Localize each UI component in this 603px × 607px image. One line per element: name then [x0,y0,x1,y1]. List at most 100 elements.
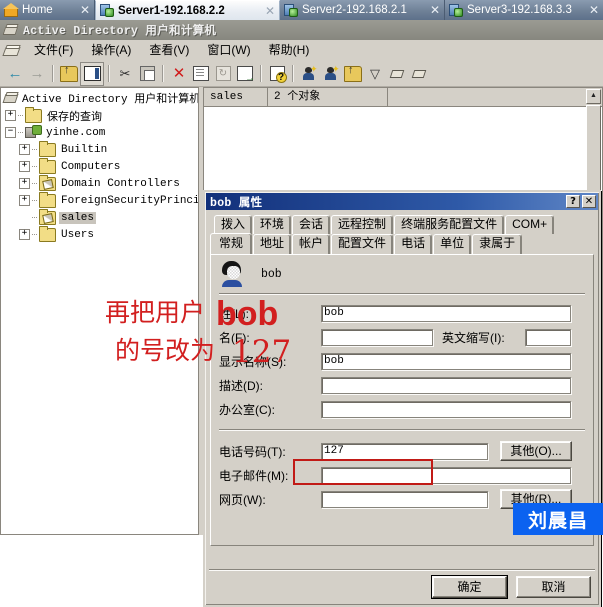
dialog-titlebar[interactable]: bob 属性 ? ✕ [206,193,598,210]
find-button[interactable] [386,63,408,85]
scroll-up-button[interactable]: ▲ [586,89,601,104]
email-field[interactable] [321,466,571,484]
list-column-name[interactable]: sales [204,88,268,106]
divider [219,293,585,295]
expander-icon[interactable]: + [19,229,30,240]
copy-button[interactable] [136,63,158,85]
filter-button[interactable]: ▽ [364,63,386,85]
tab-organization[interactable]: 单位 [433,234,472,254]
tree-connector [32,216,37,219]
tab-account[interactable]: 帐户 [292,234,331,254]
tree-item-saved-queries[interactable]: + 保存的查询 [1,106,198,124]
new-computer-icon [344,65,362,82]
new-computer-button[interactable] [342,63,364,85]
server-icon [284,3,298,17]
tab-sessions[interactable]: 会话 [292,215,331,234]
menu-view[interactable]: 查看(V) [140,41,198,60]
help-button[interactable]: ? [566,195,580,208]
other-phone-button[interactable]: 其他(O)... [500,441,572,461]
tree-item-users[interactable]: + Users [1,225,198,243]
tree-item-yinhe-com[interactable]: − yinhe.com [1,124,198,141]
tab-dialin[interactable]: 拨入 [214,215,253,234]
forward-button[interactable]: → [26,63,48,85]
tree-root-node[interactable]: Active Directory 用户和计算机 [1,88,198,107]
close-button[interactable]: ✕ [582,195,596,208]
browser-tab-server3[interactable]: Server3-192.168.3.3 ✕ [445,0,603,20]
saved-query-button[interactable] [408,63,430,85]
webpage-field[interactable] [321,490,488,508]
expander-icon[interactable]: + [5,110,16,121]
tab-telephones[interactable]: 电话 [394,234,433,254]
expander-icon[interactable]: + [19,161,30,172]
home-icon [3,2,19,17]
back-button[interactable]: ← [4,63,26,85]
tree-connector [18,114,23,117]
expander-icon[interactable]: + [19,178,30,189]
tab-profile[interactable]: 配置文件 [331,234,394,254]
ok-button[interactable]: 确定 [432,576,507,598]
cancel-button[interactable]: 取消 [516,576,591,598]
office-label: 办公室(C): [219,402,275,417]
display-name-field[interactable]: bob [321,352,571,370]
expander-icon[interactable]: + [19,195,30,206]
tree-item-sales[interactable]: sales [1,208,198,226]
new-group-button[interactable]: ✦ [320,63,342,85]
tree-item-label: Builtin [61,143,108,156]
expander-icon[interactable]: + [19,144,30,155]
menu-file[interactable]: 文件(F) [25,41,82,60]
tree-item-label: Computers [61,160,121,173]
tab-com-plus[interactable]: COM+ [505,215,555,234]
toolbar-separator [162,65,164,82]
last-name-label: 姓(L): [219,306,250,321]
description-field[interactable] [321,376,571,394]
first-name-field[interactable] [321,328,433,346]
expander-icon[interactable]: − [5,127,16,138]
browser-tab-close-icon[interactable]: ✕ [583,3,599,17]
last-name-field[interactable]: bob [321,304,571,322]
cut-button[interactable]: ✂ [114,63,136,85]
new-group-icon: ✦ [324,64,340,81]
tab-environment[interactable]: 环境 [253,215,292,234]
tree-item-domain-controllers[interactable]: + Domain Controllers [1,174,198,192]
console-tree-pane[interactable]: Active Directory 用户和计算机 + 保存的查询 − yinhe.… [0,87,199,535]
refresh-button[interactable]: ↻ [212,63,234,85]
browser-tab-close-icon[interactable]: ✕ [259,4,275,18]
field-row-office: 办公室(C): [211,397,593,421]
new-user-button[interactable]: ✦ [298,63,320,85]
tab-address[interactable]: 地址 [253,234,292,254]
folder-icon [39,140,56,157]
browser-tab-home[interactable]: Home ✕ [0,0,95,20]
dialog-tab-row-1: 拨入 环境 会话 远程控制 终端服务配置文件 COM+ [210,215,594,234]
tab-member-of[interactable]: 隶属于 [472,234,523,254]
tab-terminal-services-profile[interactable]: 终端服务配置文件 [394,215,505,234]
tree-item-foreign-security-principals[interactable]: + ForeignSecurityPrincipals [1,191,198,209]
find-icon [390,67,405,80]
office-field[interactable] [321,400,571,418]
field-row-display-name: 显示名称(S): bob [211,349,593,373]
menu-bar: 文件(F) 操作(A) 查看(V) 窗口(W) 帮助(H) [0,40,603,62]
telephone-field[interactable]: 127 [321,442,488,460]
tree-item-builtin[interactable]: + Builtin [1,140,198,158]
menu-action[interactable]: 操作(A) [82,41,140,60]
list-column-count[interactable]: 2 个对象 [268,88,388,106]
menu-help[interactable]: 帮助(H) [260,41,319,60]
menu-window[interactable]: 窗口(W) [198,41,259,60]
toolbar-separator [52,65,54,82]
bob-properties-dialog[interactable]: bob 属性 ? ✕ 拨入 环境 会话 远程控制 终端服务配置文件 COM+ 常… [203,190,601,607]
tab-general[interactable]: 常规 [210,233,253,254]
browser-tab-close-icon[interactable]: ✕ [74,3,90,17]
browser-tab-server1[interactable]: Server1-192.168.2.2 ✕ [95,0,280,20]
delete-button[interactable]: ✕ [168,63,190,85]
browser-tab-server2[interactable]: Server2-192.168.2.1 ✕ [280,0,445,20]
show-hide-tree-button[interactable] [80,61,104,86]
browser-tab-close-icon[interactable]: ✕ [424,3,440,17]
tab-remote-control[interactable]: 远程控制 [331,215,394,234]
properties-button[interactable] [190,63,212,85]
initials-field[interactable] [525,328,571,346]
export-icon [237,66,255,84]
export-list-button[interactable] [234,63,256,85]
field-row-first-name: 名(F): 英文缩写(I): [211,325,593,349]
help-button[interactable] [266,63,288,85]
up-one-level-button[interactable] [58,63,80,85]
tree-item-computers[interactable]: + Computers [1,157,198,175]
